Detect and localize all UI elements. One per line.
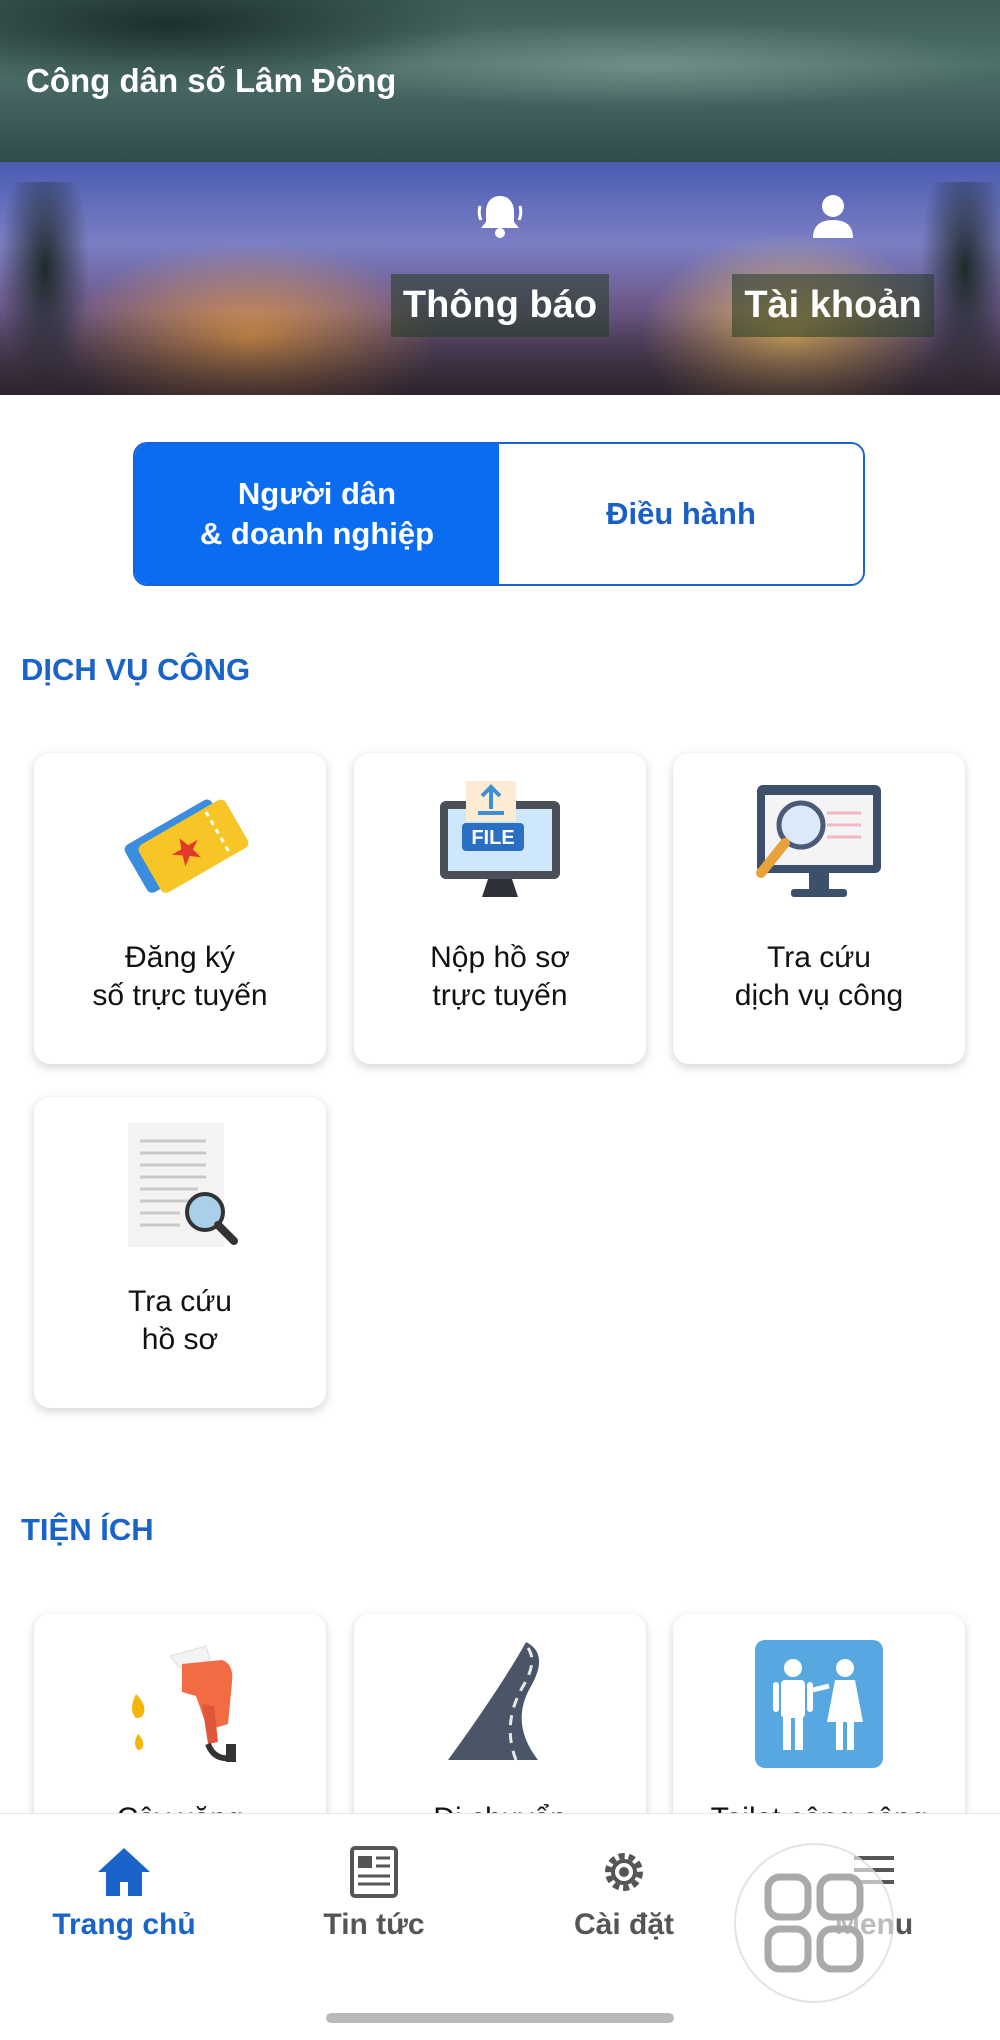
floating-apps-button[interactable] — [734, 1843, 894, 2003]
account-button[interactable]: Tài khoản — [723, 188, 943, 363]
document-search-icon — [128, 1123, 238, 1247]
home-indicator — [326, 2013, 674, 2023]
lookup-dossier-label: Tra cứu hồ sơ — [128, 1285, 232, 1356]
lookup-public-services-label: Tra cứu dịch vụ công — [734, 941, 904, 1012]
nav-news-label: Tin tức — [323, 1908, 425, 1941]
submit-dossier-label: Nộp hồ sơ trực tuyến — [430, 941, 570, 1012]
online-registration-card[interactable]: Đăng ký số trực tuyến — [34, 753, 326, 1064]
citizen-business-tab[interactable]: Người dân & doanh nghiệp — [135, 444, 499, 584]
gear-icon — [605, 1853, 643, 1891]
nav-news[interactable]: Tin tức — [274, 1844, 474, 1942]
citizen-business-label: Người dân & doanh nghiệp — [199, 476, 435, 551]
role-segmented-control: Người dân & doanh nghiệp Điều hành — [133, 442, 865, 586]
toilet-icon — [755, 1640, 883, 1768]
lookup-dossier-card[interactable]: Tra cứu hồ sơ — [34, 1097, 326, 1408]
home-icon — [98, 1848, 150, 1896]
svg-text:FILE: FILE — [471, 827, 514, 849]
user-icon — [813, 195, 853, 238]
file-upload-icon: FILE — [440, 781, 560, 897]
nav-home-label: Trang chủ — [52, 1908, 196, 1941]
app-title: Công dân số Lâm Đồng — [26, 62, 397, 99]
nav-settings-label: Cài đặt — [573, 1908, 675, 1941]
notifications-button[interactable]: Thông báo — [390, 188, 610, 363]
app-header: Công dân số Lâm Đồng — [0, 0, 1000, 162]
nav-settings[interactable]: Cài đặt — [524, 1844, 724, 1942]
public-services-title: DỊCH VỤ CÔNG — [21, 652, 251, 687]
submit-dossier-card[interactable]: FILE Nộp hồ sơ trực tuyến — [354, 753, 646, 1064]
nav-home[interactable]: Trang chủ — [24, 1844, 224, 1942]
online-registration-label: Đăng ký số trực tuyến — [92, 941, 268, 1012]
grid-icon — [764, 1873, 864, 1973]
utilities-title: TIỆN ÍCH — [21, 1512, 154, 1547]
administration-tab[interactable]: Điều hành — [499, 444, 863, 584]
bell-icon — [477, 196, 523, 238]
fuel-pump-icon — [132, 1645, 236, 1762]
account-label: Tài khoản — [732, 274, 934, 337]
administration-label: Điều hành — [606, 496, 756, 531]
lookup-public-services-card[interactable]: Tra cứu dịch vụ công — [673, 753, 965, 1064]
notifications-label: Thông báo — [390, 274, 610, 337]
news-icon — [350, 1846, 398, 1898]
ticket-icon — [124, 799, 249, 893]
road-icon — [448, 1642, 540, 1761]
monitor-search-icon — [756, 785, 881, 897]
